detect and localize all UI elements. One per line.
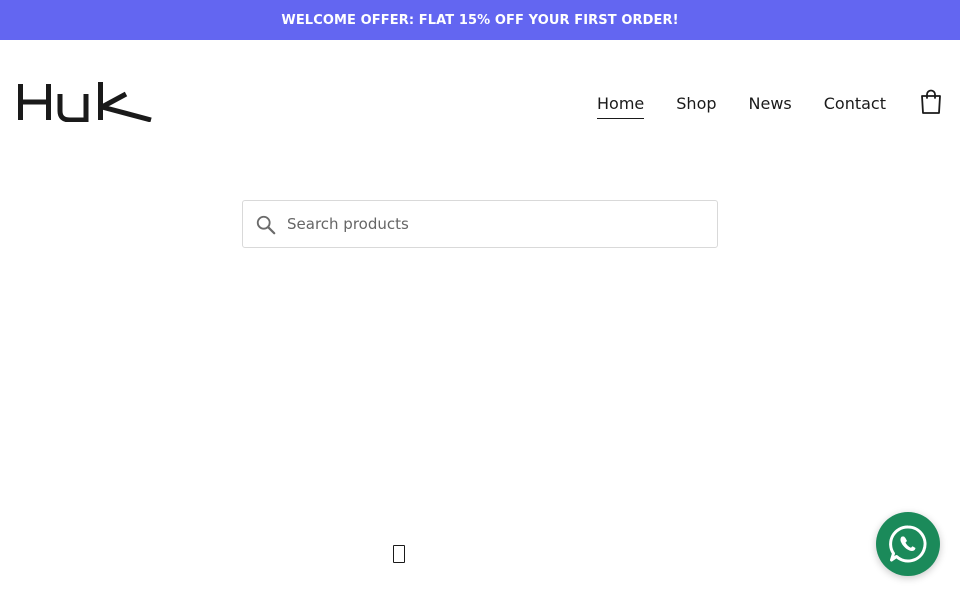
search-input[interactable] <box>287 201 707 247</box>
cart-button[interactable] <box>918 88 944 116</box>
missing-glyph-icon <box>393 545 405 563</box>
logo-wordmark <box>18 82 152 123</box>
whatsapp-icon <box>889 525 927 563</box>
main-nav: Home Shop News Contact <box>597 94 886 119</box>
site-header: Home Shop News Contact <box>0 40 960 168</box>
nav-shop[interactable]: Shop <box>676 94 716 119</box>
whatsapp-chat-button[interactable] <box>876 512 940 576</box>
shopping-bag-icon <box>921 89 941 114</box>
promo-text: WELCOME OFFER: FLAT 15% OFF YOUR FIRST O… <box>281 12 679 28</box>
product-search <box>242 200 718 248</box>
nav-contact[interactable]: Contact <box>824 94 886 119</box>
logo[interactable] <box>18 82 152 123</box>
search-icon <box>256 215 276 235</box>
nav-home[interactable]: Home <box>597 94 645 119</box>
nav-news[interactable]: News <box>749 94 792 119</box>
promo-bar: WELCOME OFFER: FLAT 15% OFF YOUR FIRST O… <box>0 0 960 40</box>
